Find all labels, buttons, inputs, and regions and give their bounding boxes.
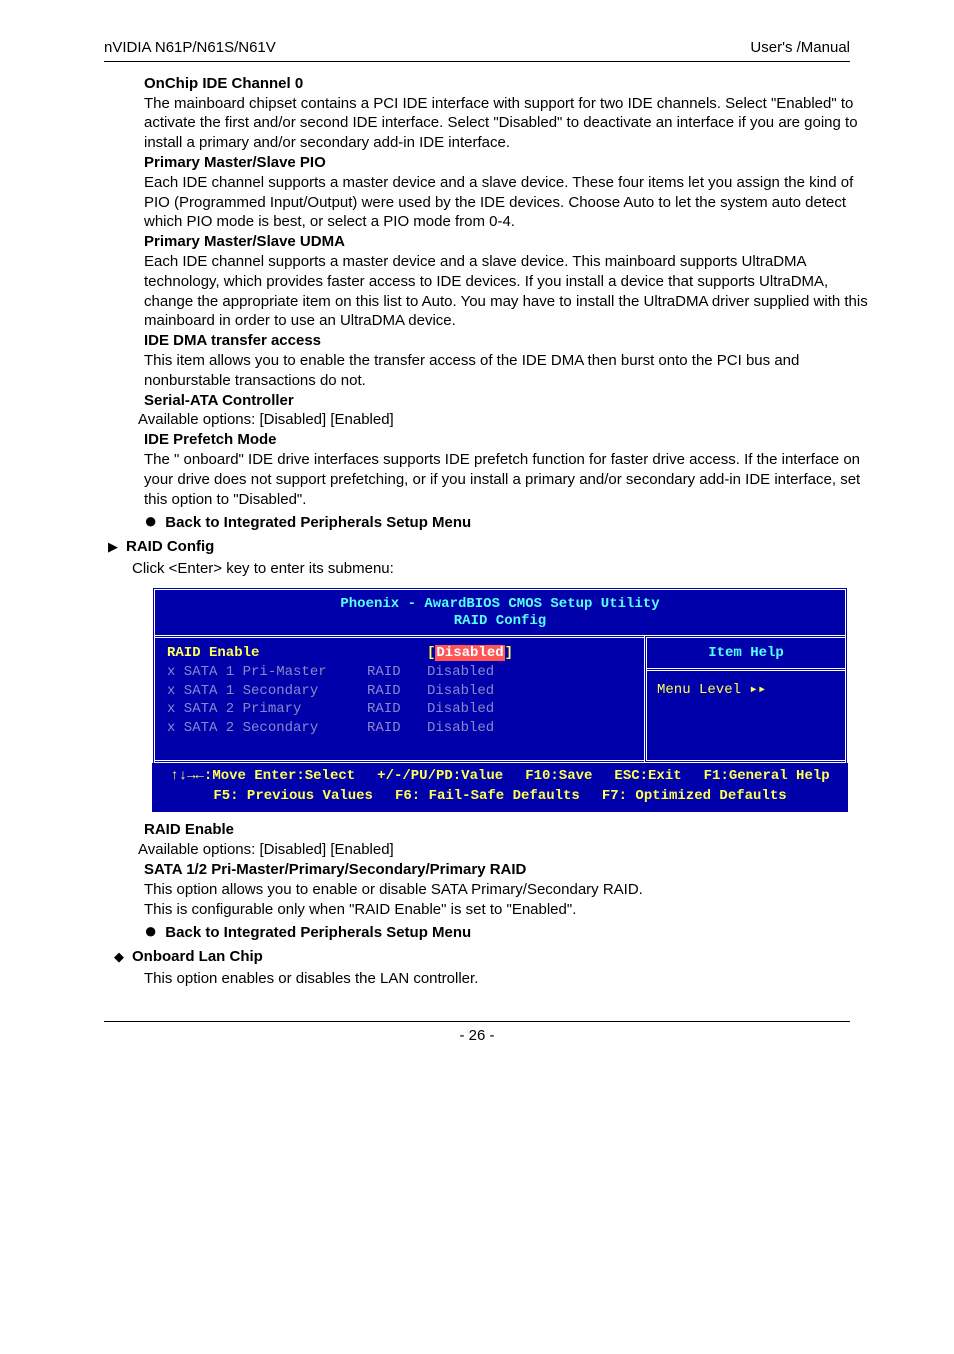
onboardlan-body: This option enables or disables the LAN … [144, 969, 880, 989]
bios-row-name: x SATA 2 Secondary [167, 719, 367, 738]
raid-config-sub: Click <Enter> key to enter its submenu: [132, 559, 880, 579]
onchip-text: The mainboard chipset contains a PCI IDE… [144, 94, 880, 153]
bios-box: Phoenix - AwardBIOS CMOS Setup Utility R… [152, 587, 848, 813]
footer-rule [104, 1021, 850, 1022]
bios-left-panel: RAID Enable[Disabled]x SATA 1 Pri-Master… [155, 635, 644, 763]
sata-text: Available options: [Disabled] [Enabled] [138, 410, 880, 430]
bios-row-mid: RAID [367, 700, 427, 719]
section-pmspio: Primary Master/Slave PIO Each IDE channe… [144, 153, 880, 232]
bios-foot-h: F7: Optimized Defaults [602, 787, 787, 807]
section-pmsudma: Primary Master/Slave UDMA Each IDE chann… [144, 232, 880, 331]
pmsudma-title: Primary Master/Slave UDMA [144, 232, 880, 252]
raidenable-title: RAID Enable [144, 820, 880, 840]
bios-row: RAID Enable [Disabled] [167, 644, 634, 663]
bios-title-line2: RAID Config [155, 613, 845, 631]
onboardlan-text: This option enables or disables the LAN … [144, 969, 880, 989]
raidenable-options: Available options: [Disabled] [Enabled] [138, 840, 880, 860]
bios-row-name: x SATA 1 Secondary [167, 682, 367, 701]
section-sata: Serial-ATA Controller [144, 391, 880, 411]
pmspio-title: Primary Master/Slave PIO [144, 153, 880, 173]
raid-config-title: RAID Config [126, 537, 214, 557]
bios-row: x SATA 2 PrimaryRAIDDisabled [167, 700, 634, 719]
header-left: nVIDIA N61P/N61S/N61V [104, 38, 276, 58]
bios-row: x SATA 2 SecondaryRAIDDisabled [167, 719, 634, 738]
prefetch-text: The " onboard" IDE drive interfaces supp… [144, 450, 880, 509]
bios-foot-a: ↑↓→←:Move Enter:Select [170, 767, 355, 787]
bios-title-line1: Phoenix - AwardBIOS CMOS Setup Utility [155, 596, 845, 614]
bullet-icon: ● [144, 924, 157, 938]
bios-right-panel: Item Help Menu Level ▸▸ [644, 635, 845, 763]
bios-foot-c: F10:Save [525, 767, 592, 787]
section-prefetch: IDE Prefetch Mode The " onboard" IDE dri… [144, 430, 880, 509]
bios-row-mid [367, 644, 427, 663]
bios-foot-g: F6: Fail-Safe Defaults [395, 787, 580, 807]
section-sataraid: SATA 1/2 Pri-Master/Primary/Secondary/Pr… [144, 860, 880, 919]
bios-body: RAID Enable[Disabled]x SATA 1 Pri-Master… [152, 635, 848, 763]
section-onchip: OnChip IDE Channel 0 The mainboard chips… [144, 74, 880, 153]
bullet-icon: ● [144, 514, 157, 528]
bios-menu-level: Menu Level ▸▸ [647, 671, 845, 709]
bios-footer: ↑↓→←:Move Enter:Select +/-/PU/PD:Value F… [152, 763, 848, 812]
diamond-icon: ◆ [114, 948, 124, 965]
sataraid-text2: This is configurable only when "RAID Ena… [144, 900, 880, 920]
page-container: nVIDIA N61P/N61S/N61V User's /Manual OnC… [0, 0, 954, 1098]
sata-title: Serial-ATA Controller [144, 391, 880, 411]
back-link-1: ● Back to Integrated Peripherals Setup M… [144, 513, 880, 533]
back-link-2: ● Back to Integrated Peripherals Setup M… [144, 923, 880, 943]
back-link-1-text: Back to Integrated Peripherals Setup Men… [165, 513, 471, 533]
bios-row-name: x SATA 1 Pri-Master [167, 663, 367, 682]
back-link-2-text: Back to Integrated Peripherals Setup Men… [165, 923, 471, 943]
bios-row-mid: RAID [367, 663, 427, 682]
onboardlan-heading: ◆ Onboard Lan Chip [114, 947, 880, 967]
sataraid-title: SATA 1/2 Pri-Master/Primary/Secondary/Pr… [144, 860, 880, 880]
raid-config-sub-text: Click <Enter> key to enter its submenu: [132, 559, 880, 579]
bios-row-name: x SATA 2 Primary [167, 700, 367, 719]
header-right: User's /Manual [750, 38, 850, 58]
header-row: nVIDIA N61P/N61S/N61V User's /Manual [104, 38, 850, 58]
pmsudma-text: Each IDE channel supports a master devic… [144, 252, 880, 331]
raidenable-text: Available options: [Disabled] [Enabled] [138, 840, 880, 860]
idedma-text: This item allows you to enable the trans… [144, 351, 880, 391]
page-number: - 26 - [52, 1026, 902, 1046]
raid-config-heading: ▶ RAID Config [108, 537, 880, 557]
section-idedma: IDE DMA transfer access This item allows… [144, 331, 880, 390]
sataraid-text1: This option allows you to enable or disa… [144, 880, 880, 900]
bios-row-value: [Disabled] [427, 644, 634, 663]
bios-row-value: Disabled [427, 700, 634, 719]
bios-row-name: RAID Enable [167, 644, 367, 663]
bios-row: x SATA 1 SecondaryRAIDDisabled [167, 682, 634, 701]
triangle-icon: ▶ [108, 540, 118, 554]
bios-row-mid: RAID [367, 682, 427, 701]
bios-row-mid: RAID [367, 719, 427, 738]
idedma-title: IDE DMA transfer access [144, 331, 880, 351]
bios-row-value: Disabled [427, 682, 634, 701]
bios-foot-f: F5: Previous Values [213, 787, 373, 807]
bios-title: Phoenix - AwardBIOS CMOS Setup Utility R… [152, 587, 848, 635]
bios-foot-d: ESC:Exit [614, 767, 681, 787]
section-raidenable: RAID Enable [144, 820, 880, 840]
onchip-title: OnChip IDE Channel 0 [144, 74, 880, 94]
onboardlan-title: Onboard Lan Chip [132, 947, 263, 967]
bios-row: x SATA 1 Pri-MasterRAIDDisabled [167, 663, 634, 682]
prefetch-title: IDE Prefetch Mode [144, 430, 880, 450]
pmspio-text: Each IDE channel supports a master devic… [144, 173, 880, 232]
bios-foot-e: F1:General Help [704, 767, 830, 787]
bios-screenshot: Phoenix - AwardBIOS CMOS Setup Utility R… [152, 587, 848, 813]
sata-options: Available options: [Disabled] [Enabled] [138, 410, 880, 430]
bios-row-value: Disabled [427, 663, 634, 682]
header-rule [104, 61, 850, 62]
bios-row-value: Disabled [427, 719, 634, 738]
bios-item-help: Item Help [647, 638, 845, 671]
bios-foot-b: +/-/PU/PD:Value [377, 767, 503, 787]
